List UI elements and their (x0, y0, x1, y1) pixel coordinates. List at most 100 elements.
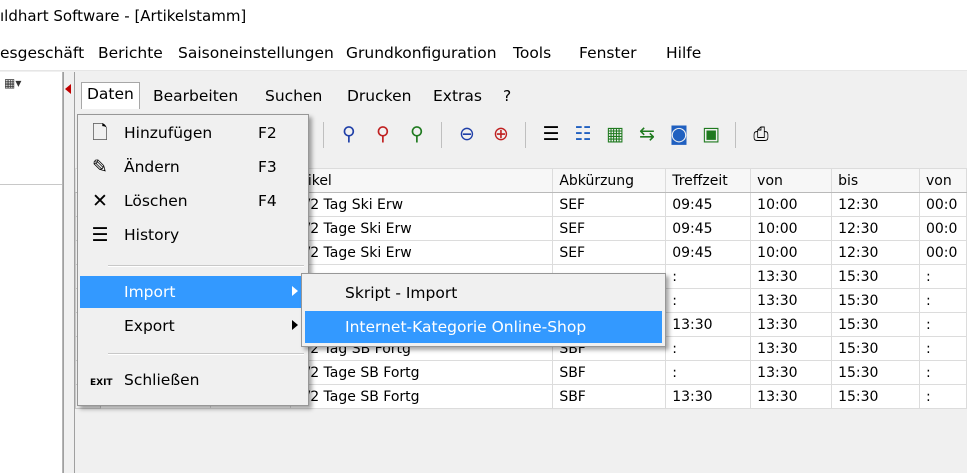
menu-tagesgeschaeft[interactable]: esgeschäft (0, 44, 84, 62)
menu-help[interactable]: ? (503, 87, 511, 105)
menu-daten[interactable]: Daten (81, 82, 140, 109)
cell-von-2[interactable]: 00:0 (918, 240, 967, 265)
window-title: ıldhart Software - [Artikelstamm] (0, 7, 247, 25)
cell-artikel[interactable]: 2/2 Tage SB Fortg (289, 360, 554, 385)
header-treffzeit[interactable]: Treffzeit (665, 168, 752, 193)
menu-bearbeiten[interactable]: Bearbeiten (153, 87, 238, 105)
cell-treffzeit[interactable]: : (665, 288, 752, 313)
cell-treffzeit[interactable]: 09:45 (665, 240, 752, 265)
left-panel: ▦▾ (0, 72, 63, 473)
cell-bis[interactable]: 12:30 (831, 192, 920, 217)
table-edit-icon[interactable]: ▦ (603, 122, 627, 146)
menu-drucken[interactable]: Drucken (347, 87, 411, 105)
menu-extras[interactable]: Extras (433, 87, 482, 105)
cell-von[interactable]: 10:00 (750, 216, 833, 241)
menu-item-aendern[interactable]: ✎ Ändern F3 (80, 151, 306, 183)
cell-von[interactable]: 10:00 (750, 192, 833, 217)
menu-grundkonfiguration[interactable]: Grundkonfiguration (346, 44, 497, 62)
zoom-in-icon[interactable]: ⊕ (489, 122, 513, 146)
print-icon[interactable]: ⎙ (749, 122, 773, 146)
search-nr-icon[interactable]: ⚲ (405, 122, 429, 146)
cell-bis[interactable]: 12:30 (831, 216, 920, 241)
cell-von-2[interactable]: : (918, 360, 967, 385)
cell-bis[interactable]: 15:30 (831, 312, 920, 337)
cell-abkuerzung[interactable]: SEF (552, 192, 667, 217)
cell-von-2[interactable]: : (918, 312, 967, 337)
header-von[interactable]: von (750, 168, 833, 193)
menu-hilfe[interactable]: Hilfe (666, 44, 701, 62)
cell-bis[interactable]: 15:30 (831, 264, 920, 289)
toolbar-separator (525, 122, 526, 148)
menu-item-hinzufuegen[interactable]: 🗋 Hinzufügen F2 (80, 117, 306, 149)
cell-treffzeit[interactable]: 09:45 (665, 216, 752, 241)
zoom-out-icon[interactable]: ⊖ (455, 122, 479, 146)
submenu-item-internet-kategorie[interactable]: Internet-Kategorie Online-Shop (305, 311, 662, 343)
cell-von-2[interactable]: : (918, 336, 967, 361)
menu-item-label: Export (124, 317, 175, 335)
cell-artikel[interactable]: 1/2 Tag Ski Erw (289, 192, 554, 217)
panel-splitter[interactable] (63, 72, 75, 473)
cell-treffzeit[interactable]: 13:30 (665, 384, 752, 409)
menu-item-schliessen[interactable]: EXIT Schließen (80, 364, 306, 396)
cell-von[interactable]: 13:30 (750, 360, 833, 385)
cell-bis[interactable]: 15:30 (831, 384, 920, 409)
cell-von-2[interactable]: : (918, 288, 967, 313)
cell-abkuerzung[interactable]: SBF (552, 360, 667, 385)
submenu-arrow-icon (292, 286, 298, 296)
menu-berichte[interactable]: Berichte (98, 44, 163, 62)
cell-von[interactable]: 13:30 (750, 336, 833, 361)
cell-treffzeit[interactable]: : (665, 360, 752, 385)
cell-von-2[interactable]: : (918, 384, 967, 409)
menu-item-import[interactable]: Import (80, 276, 306, 308)
submenu-item-label: Internet-Kategorie Online-Shop (345, 318, 587, 336)
export-icon[interactable]: ▣ (699, 122, 723, 146)
cell-abkuerzung[interactable]: SEF (552, 216, 667, 241)
cell-von[interactable]: 13:30 (750, 264, 833, 289)
cell-bis[interactable]: 15:30 (831, 288, 920, 313)
collapse-arrow-icon[interactable] (65, 84, 71, 94)
list-nr-icon[interactable]: ☰ (539, 122, 563, 146)
menu-suchen[interactable]: Suchen (265, 87, 322, 105)
menu-item-loeschen[interactable]: ✕ Löschen F4 (80, 185, 306, 217)
cell-bis[interactable]: 15:30 (831, 360, 920, 385)
database-icon[interactable]: ◙ (667, 122, 691, 146)
cell-treffzeit[interactable]: : (665, 264, 752, 289)
cell-abkuerzung[interactable]: SEF (552, 240, 667, 265)
menu-tools[interactable]: Tools (513, 44, 551, 62)
cell-artikel[interactable]: 2/2 Tage Ski Erw (289, 216, 554, 241)
transfer-icon[interactable]: ⇆ (635, 122, 659, 146)
cell-treffzeit[interactable]: 13:30 (665, 312, 752, 337)
header-artikel[interactable]: rtikel (289, 168, 554, 193)
menu-item-label: Hinzufügen (124, 124, 213, 142)
view-selector[interactable]: ▦▾ (4, 76, 38, 98)
cell-treffzeit[interactable]: : (665, 336, 752, 361)
cell-bis[interactable]: 12:30 (831, 240, 920, 265)
cell-von[interactable]: 10:00 (750, 240, 833, 265)
cell-abkuerzung[interactable]: SBF (552, 384, 667, 409)
header-abkuerzung[interactable]: Abkürzung (552, 168, 667, 193)
header-von-2[interactable]: von (918, 168, 967, 193)
menu-fenster[interactable]: Fenster (579, 44, 637, 62)
search-blue-icon[interactable]: ⚲ (337, 122, 361, 146)
cell-von[interactable]: 13:30 (750, 312, 833, 337)
delete-icon: ✕ (92, 190, 108, 212)
cell-treffzeit[interactable]: 09:45 (665, 192, 752, 217)
cell-von-2[interactable]: 00:0 (918, 216, 967, 241)
search-red-icon[interactable]: ⚲ (371, 122, 395, 146)
menu-item-history[interactable]: ☰ History (80, 219, 306, 251)
main-menu-bar: esgeschäft Berichte Saisoneinstellungen … (0, 36, 967, 71)
menu-saisoneinstellungen[interactable]: Saisoneinstellungen (178, 44, 334, 62)
cell-von[interactable]: 13:30 (750, 384, 833, 409)
menu-item-export[interactable]: Export (80, 310, 306, 342)
cell-artikel[interactable]: 3/2 Tage Ski Erw (289, 240, 554, 265)
submenu-item-skript-import[interactable]: Skript - Import (305, 277, 662, 309)
cell-bis[interactable]: 15:30 (831, 336, 920, 361)
header-bis[interactable]: bis (831, 168, 920, 193)
cell-artikel[interactable]: 3/2 Tage SB Fortg (289, 384, 554, 409)
cell-von-2[interactable]: : (918, 264, 967, 289)
daten-dropdown-menu: 🗋 Hinzufügen F2 ✎ Ändern F3 ✕ Löschen F4… (77, 114, 309, 406)
cell-von[interactable]: 13:30 (750, 288, 833, 313)
list-check-icon[interactable]: ☷ (571, 122, 595, 146)
cell-von-2[interactable]: 00:0 (918, 192, 967, 217)
menu-item-label: History (124, 226, 180, 244)
